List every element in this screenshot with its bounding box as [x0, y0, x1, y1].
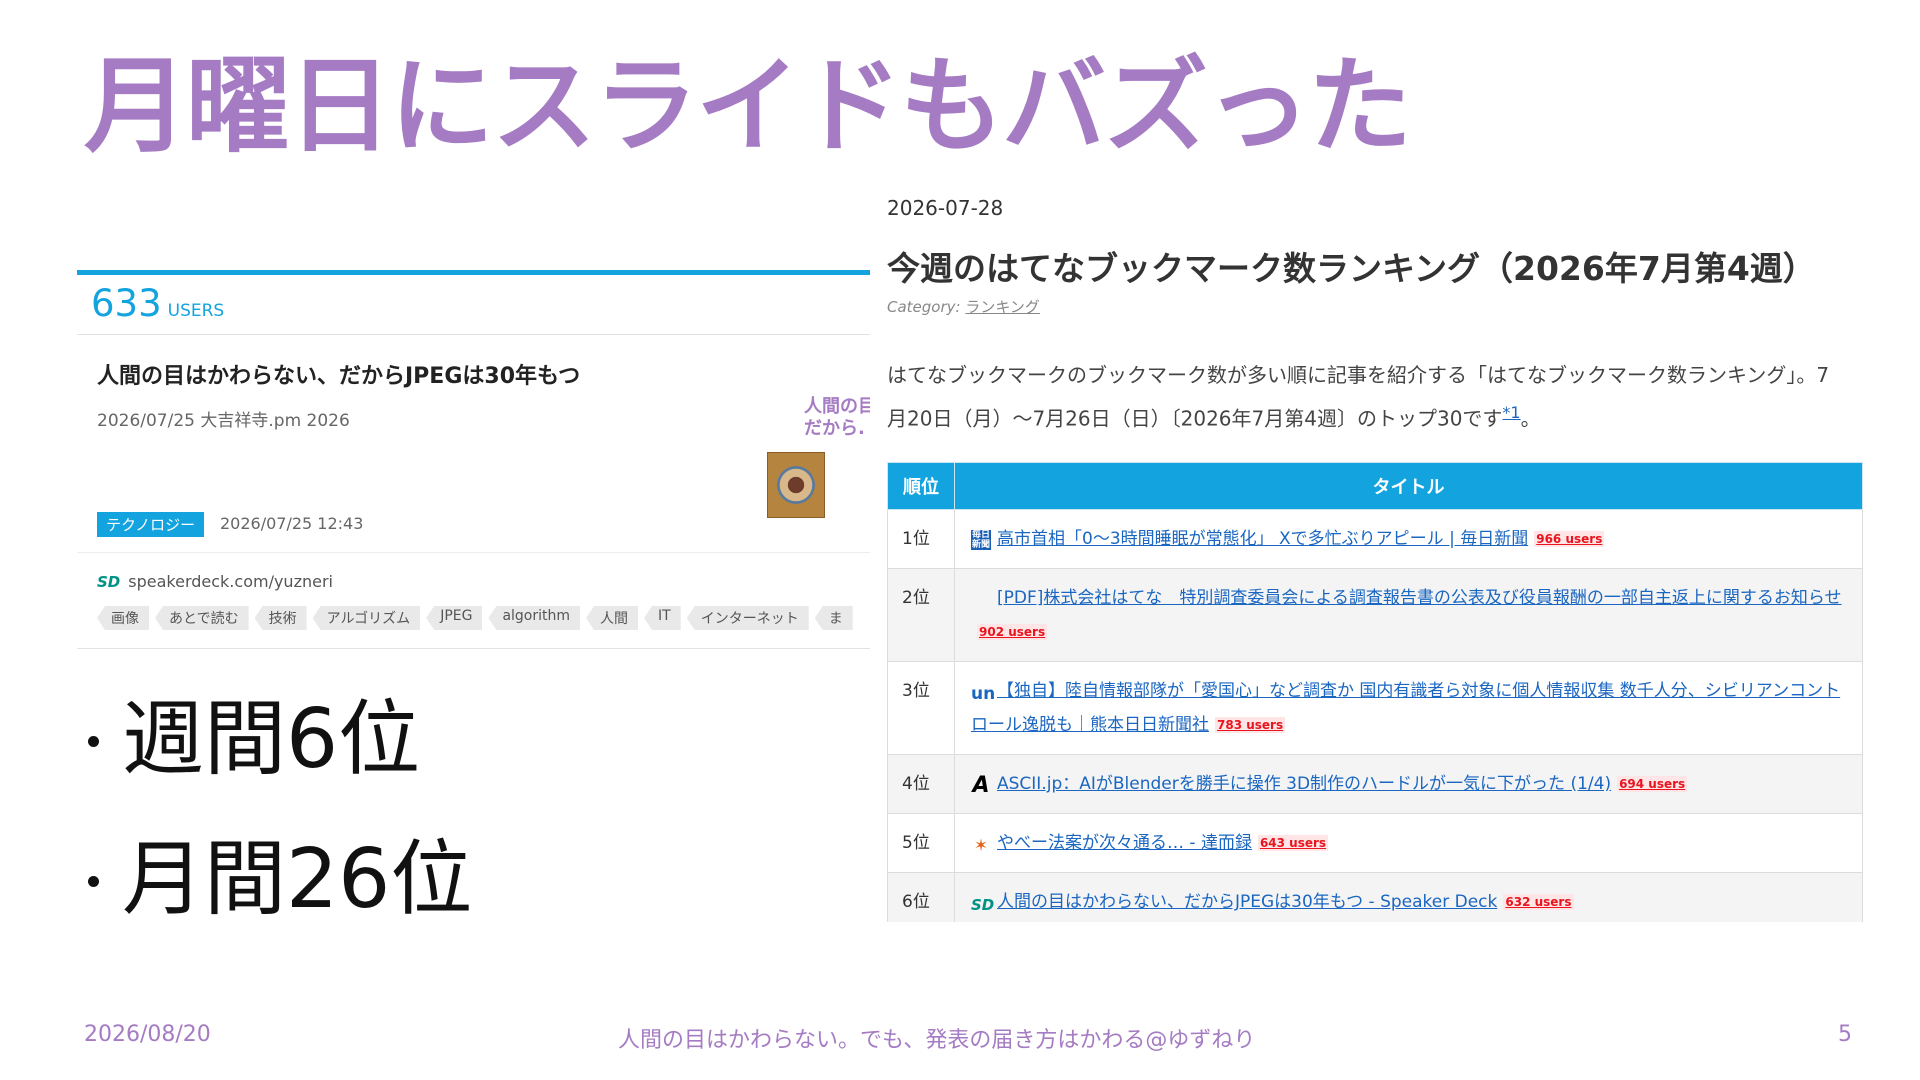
table-row: 2位 [PDF]株式会社はてな 特別調査委員会による調査報告書の公表及び役員報酬…: [887, 568, 1863, 662]
slide-title: 月曜日にスライドもバズった: [84, 45, 1412, 167]
bullet-list: 週間6位 月間26位: [86, 690, 472, 970]
tag[interactable]: IT: [644, 606, 681, 630]
table-row: 4位 A ASCII.jp：AIがBlenderを勝手に操作 3D制作のハードルが…: [887, 754, 1863, 814]
tag[interactable]: 人間: [586, 606, 639, 630]
entry-link[interactable]: やべー法案が次々通る… - 達而録: [997, 833, 1252, 853]
rank-cell: 1位: [887, 509, 955, 569]
bullet-monthly-rank: 月間26位: [86, 830, 472, 970]
entry-link[interactable]: 高市首相「0～3時間睡眠が常態化」 Xで多忙ぶりアピール | 毎日新聞: [997, 529, 1528, 549]
users-label: USERS: [167, 301, 225, 321]
ranking-blog-post: 2026-07-28 今週のはてなブックマーク数ランキング（2026年7月第4週…: [887, 196, 1867, 922]
blank-icon: [971, 586, 991, 606]
ranking-table: 順位 タイトル 1位 毎日 新聞 高市首相「0～3時間睡眠が常態化」 Xで多忙ぶりア…: [887, 462, 1863, 922]
tag[interactable]: インターネット: [686, 606, 809, 630]
tag[interactable]: algorithm: [488, 606, 581, 630]
entry-link[interactable]: 人間の目はかわらない、だからJPEGは30年もつ - Speaker Deck: [997, 892, 1497, 912]
users-number: 633: [91, 282, 162, 325]
title-cell: SD 人間の目はかわらない、だからJPEGは30年もつ - Speaker Dec…: [954, 872, 1863, 922]
tag[interactable]: 画像: [97, 606, 149, 630]
speakerdeck-icon: SD: [971, 896, 995, 914]
tag[interactable]: あとで読む: [155, 606, 249, 630]
title-cell: un 【独自】陸自情報部隊が「愛国心」など調査か 国内有識者ら対象に個人情報収集 …: [954, 661, 1863, 755]
table-row: 5位 ✶ やべー法案が次々通る… - 達而録 643 users: [887, 813, 1863, 873]
category-badge[interactable]: テクノロジー: [97, 512, 205, 537]
tag[interactable]: 技術: [254, 606, 307, 630]
table-row: 1位 毎日 新聞 高市首相「0～3時間睡眠が常態化」 Xで多忙ぶりアピール | 毎日…: [887, 509, 1863, 569]
page-number: 5: [1838, 1022, 1852, 1047]
entry-link[interactable]: 【独自】陸自情報部隊が「愛国心」など調査か 国内有識者ら対象に個人情報収集 数千…: [971, 681, 1840, 735]
entry-domain[interactable]: SD speakerdeck.com/yuzneri: [97, 572, 333, 591]
ascii-icon: A: [972, 773, 990, 798]
post-intro: はてなブックマークのブックマーク数が多い順に記事を紹介する「はてなブックマーク数…: [887, 363, 1830, 431]
divider: [77, 334, 870, 335]
rank-cell: 5位: [887, 813, 955, 873]
users-badge[interactable]: 902 users: [977, 624, 1048, 640]
users-count[interactable]: 633 USERS: [91, 282, 224, 325]
card-top-border: [77, 270, 870, 275]
title-cell: ✶ やべー法案が次々通る… - 達而録 643 users: [954, 813, 1863, 873]
tag[interactable]: JPEG: [426, 606, 483, 630]
rank-cell: 3位: [887, 661, 955, 755]
category-link[interactable]: ランキング: [965, 298, 1040, 316]
thumbnail-text: 人間の目 だから.: [804, 396, 870, 439]
users-badge[interactable]: 783 users: [1215, 717, 1286, 733]
footer-date: 2026/08/20: [84, 1022, 211, 1047]
unext-icon: un: [971, 684, 996, 704]
entry-link[interactable]: ASCII.jp：AIがBlenderを勝手に操作 3D制作のハードルが一気に下…: [997, 774, 1611, 794]
tag[interactable]: アルゴリズム: [312, 606, 421, 630]
thumbnail-image[interactable]: [767, 452, 825, 518]
divider: [77, 648, 870, 649]
footer-title: 人間の目はかわらない。でも、発表の届き方はかわる@ゆずねり: [618, 1028, 1256, 1053]
fox-icon: ✶: [973, 836, 989, 856]
rank-cell: 6位: [887, 872, 955, 922]
bullet-weekly-rank: 週間6位: [86, 690, 472, 830]
table-row: 3位 un 【独自】陸自情報部隊が「愛国心」など調査か 国内有識者ら対象に個人情報…: [887, 661, 1863, 755]
title-cell: A ASCII.jp：AIがBlenderを勝手に操作 3D制作のハードルが一気に…: [954, 754, 1863, 814]
users-badge[interactable]: 966 users: [1534, 531, 1605, 547]
mainichi-icon: 毎日 新聞: [971, 530, 991, 550]
users-badge[interactable]: 632 users: [1503, 894, 1574, 910]
entry-link[interactable]: [PDF]株式会社はてな 特別調査委員会による調査報告書の公表及び役員報酬の一部…: [997, 588, 1842, 608]
title-cell: [PDF]株式会社はてな 特別調査委員会による調査報告書の公表及び役員報酬の一部…: [954, 568, 1863, 662]
users-badge[interactable]: 643 users: [1257, 835, 1329, 851]
bookmarked-date: 2026/07/25 12:43: [220, 514, 364, 533]
post-date: 2026-07-28: [887, 196, 1004, 220]
domain-text: speakerdeck.com/yuzneri: [128, 572, 333, 591]
header-rank: 順位: [887, 462, 955, 510]
title-cell: 毎日 新聞 高市首相「0～3時間睡眠が常態化」 Xで多忙ぶりアピール | 毎日新聞 9…: [954, 509, 1863, 569]
users-badge[interactable]: 694 users: [1617, 776, 1688, 792]
header-title: タイトル: [954, 462, 1863, 510]
speakerdeck-icon: SD: [97, 573, 121, 591]
rank-cell: 2位: [887, 568, 955, 662]
rank-cell: 4位: [887, 754, 955, 814]
bookmark-entry-card: 633 USERS 人間の目はかわらない、だからJPEGは30年もつ 2026/0…: [77, 270, 870, 652]
entry-title-link[interactable]: 人間の目はかわらない、だからJPEGは30年もつ: [97, 358, 580, 390]
post-category: Category: ランキング: [887, 298, 1040, 316]
tag[interactable]: ま: [814, 606, 853, 630]
entry-meta: 2026/07/25 大吉祥寺.pm 2026: [97, 411, 350, 431]
divider: [77, 552, 870, 553]
footnote-link[interactable]: *1: [1502, 403, 1520, 422]
table-row: 6位 SD 人間の目はかわらない、だからJPEGは30年もつ - Speaker …: [887, 872, 1863, 922]
tag-list: 画像 あとで読む 技術 アルゴリズム JPEG algorithm 人間 IT …: [97, 606, 853, 630]
post-title[interactable]: 今週のはてなブックマーク数ランキング（2026年7月第4週）: [887, 242, 1816, 290]
